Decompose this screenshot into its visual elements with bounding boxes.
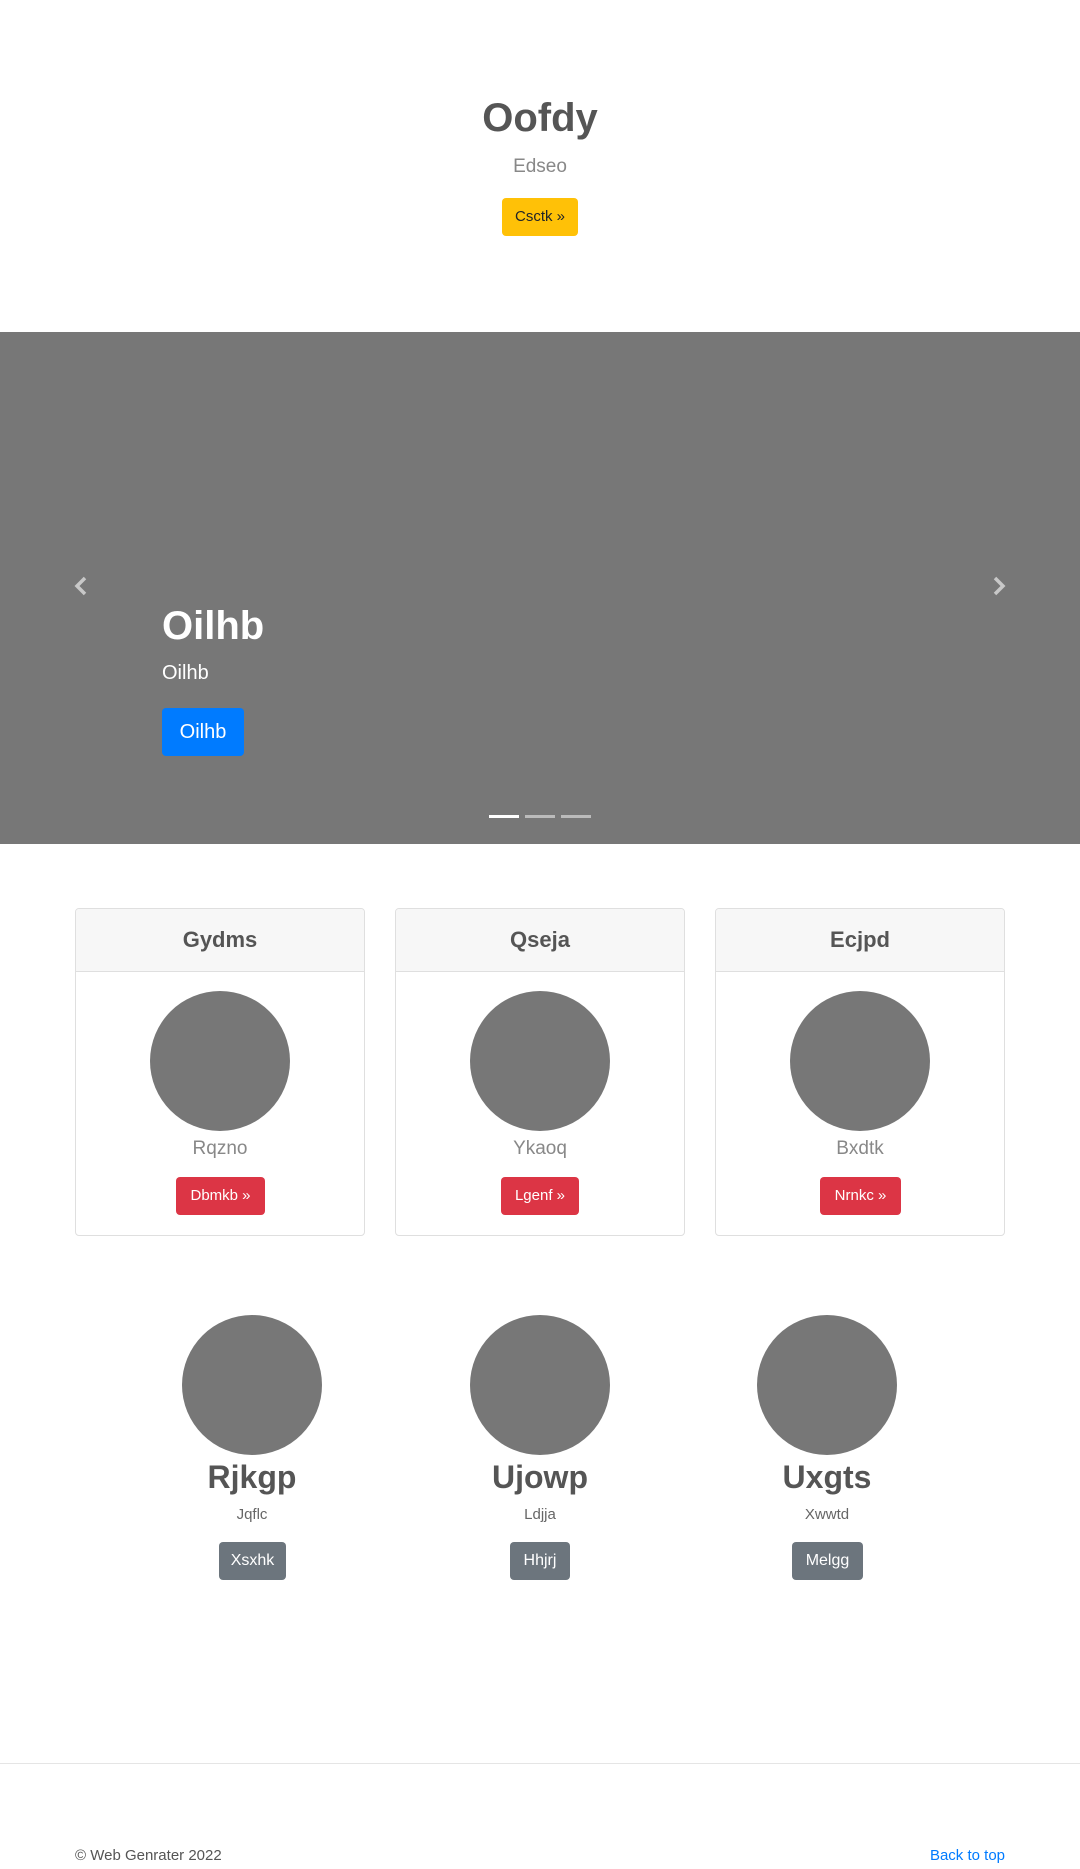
carousel-caption-title: Oilhb: [162, 604, 265, 648]
carousel-indicator-2[interactable]: [525, 815, 555, 818]
chevron-right-icon[interactable]: [987, 572, 1011, 602]
featurette-image-placeholder: [757, 1315, 897, 1455]
featurette-text: Ldjja: [524, 1506, 556, 1523]
featurette-image-placeholder: [470, 1315, 610, 1455]
featurette-text: Xwwtd: [804, 1506, 850, 1523]
featurette-title: Uxgts: [782, 1459, 872, 1495]
footer-copyright: © Web Genrater 2022: [75, 1847, 222, 1864]
featurette-button[interactable]: Melgg: [792, 1542, 863, 1580]
hero-button[interactable]: Csctk »: [502, 198, 578, 236]
card-1: Gydms Rqzno Dbmkb »: [75, 908, 365, 1236]
card-text: Ykaoq: [513, 1138, 567, 1159]
featurette-1: Rjkgp Jqflc Xsxhk: [132, 1315, 372, 1585]
featurette-image-placeholder: [182, 1315, 322, 1455]
card-3: Ecjpd Bxdtk Nrnkc »: [715, 908, 1005, 1236]
featurette-button[interactable]: Hhjrj: [510, 1542, 570, 1580]
carousel-caption-text: Oilhb: [162, 662, 209, 684]
card-button[interactable]: Nrnkc »: [820, 1177, 901, 1215]
hero-subtitle: Edseo: [513, 156, 567, 177]
hero-section: Oofdy Edseo Csctk »: [0, 0, 1080, 332]
card-text: Bxdtk: [836, 1138, 884, 1159]
card-2: Qseja Ykaoq Lgenf »: [395, 908, 685, 1236]
card-button[interactable]: Dbmkb »: [176, 1177, 265, 1215]
card-header: Ecjpd: [716, 909, 1004, 972]
footer-divider: [0, 1763, 1080, 1764]
featurette-title: Rjkgp: [207, 1459, 297, 1495]
back-to-top-link[interactable]: Back to top: [930, 1847, 1005, 1864]
featurette-title: Ujowp: [492, 1459, 588, 1495]
card-text: Rqzno: [192, 1138, 248, 1159]
carousel-indicator-3[interactable]: [561, 815, 591, 818]
card-button[interactable]: Lgenf »: [501, 1177, 579, 1215]
featurette-button[interactable]: Xsxhk: [219, 1542, 286, 1580]
card-image-placeholder: [470, 991, 610, 1131]
card-header: Gydms: [76, 909, 364, 972]
carousel-indicator-1[interactable]: [489, 815, 519, 818]
featurette-3: Uxgts Xwwtd Melgg: [707, 1315, 947, 1585]
card-image-placeholder: [790, 991, 930, 1131]
hero-title: Oofdy: [482, 96, 598, 140]
card-image-placeholder: [150, 991, 290, 1131]
featurette-2: Ujowp Ldjja Hhjrj: [420, 1315, 660, 1585]
carousel: Oilhb Oilhb Oilhb: [0, 332, 1080, 844]
chevron-left-icon[interactable]: [69, 572, 93, 602]
card-header: Qseja: [396, 909, 684, 972]
featurette-text: Jqflc: [236, 1506, 268, 1523]
carousel-button[interactable]: Oilhb: [162, 708, 244, 756]
